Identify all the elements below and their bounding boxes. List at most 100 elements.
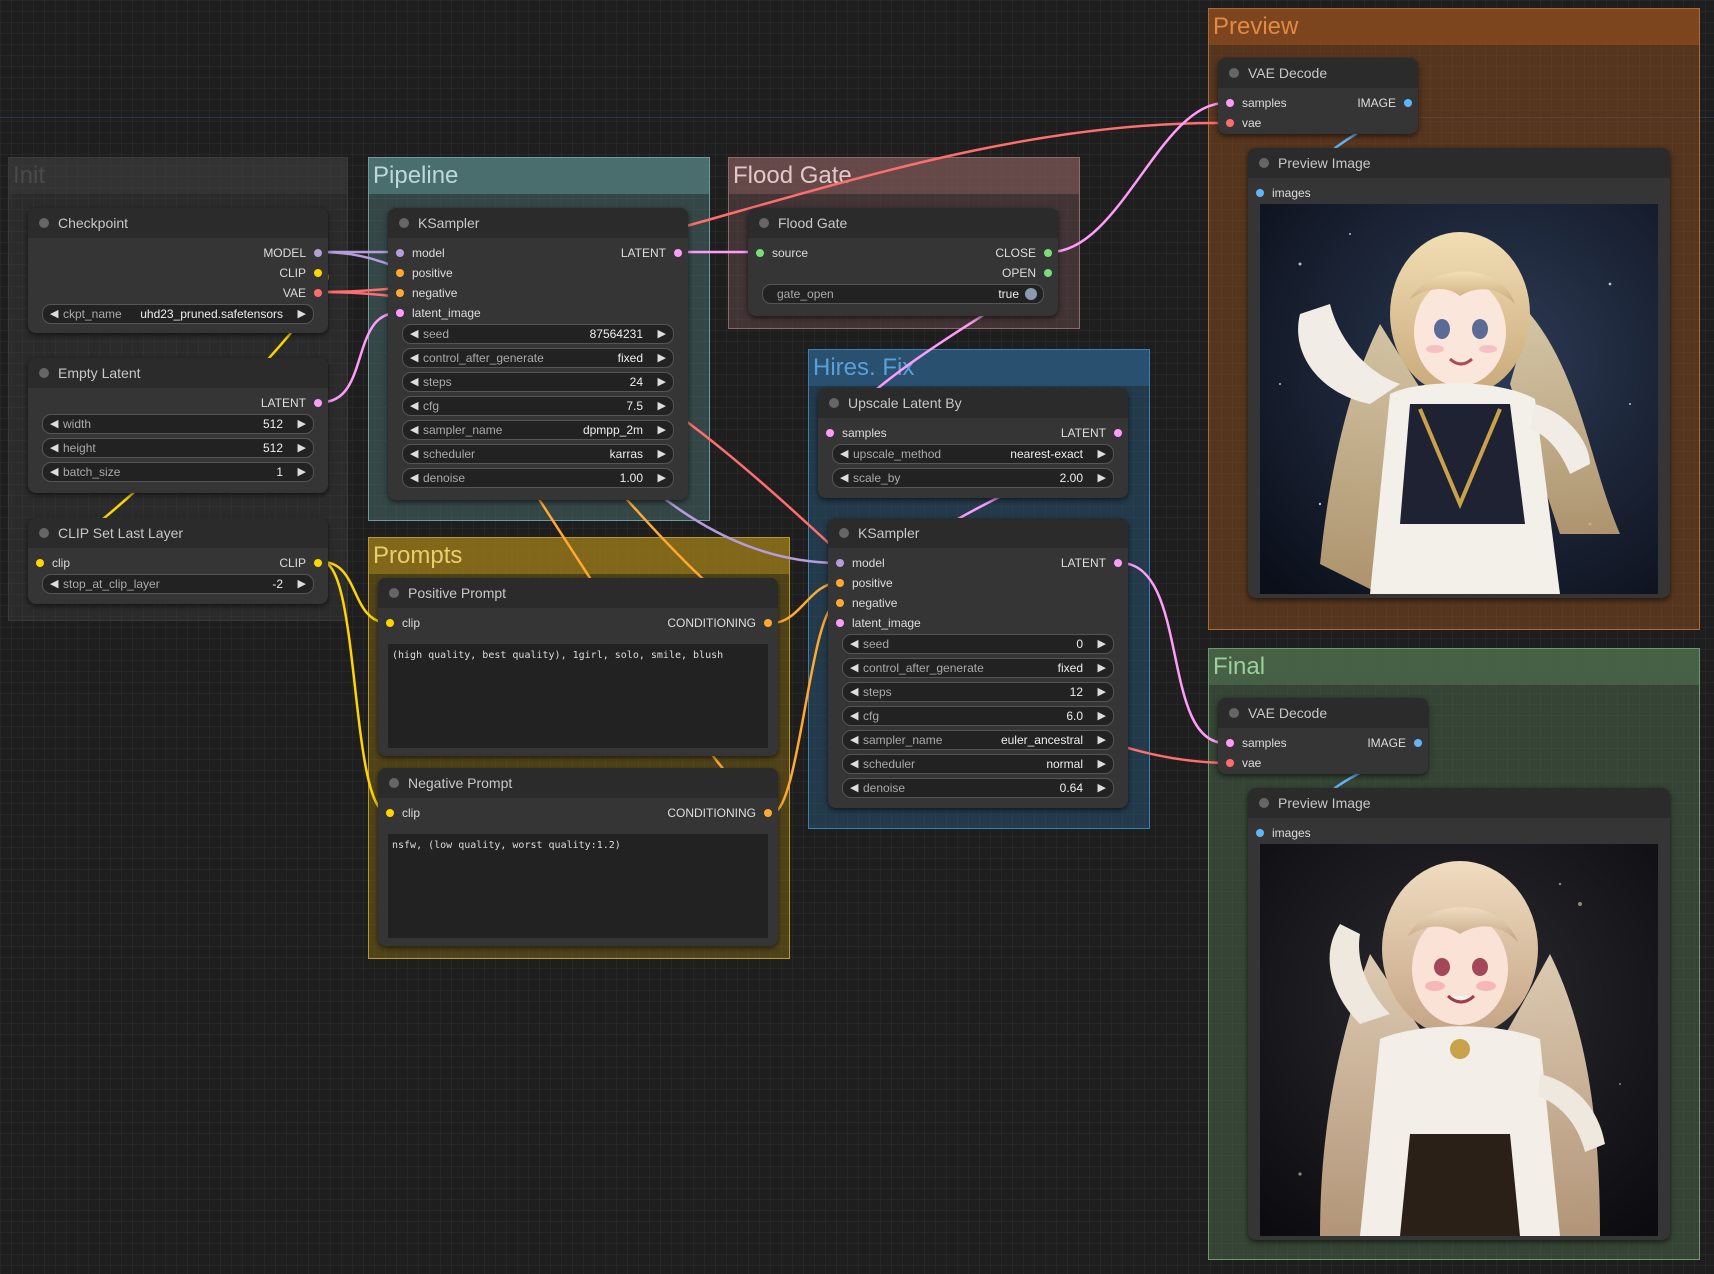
cfg-widget[interactable]: ◀ cfg 6.0 ▶ (842, 706, 1114, 726)
arrow-left-icon[interactable]: ◀ (50, 463, 58, 481)
arrow-left-icon[interactable]: ◀ (50, 439, 58, 457)
seed-widget[interactable]: ◀ seed 0 ▶ (842, 634, 1114, 654)
slot-dot-icon[interactable] (1044, 269, 1052, 277)
arrow-left-icon[interactable]: ◀ (410, 469, 418, 487)
slot-dot-icon[interactable] (314, 249, 322, 257)
input-vae[interactable]: vae (1224, 116, 1261, 130)
empty-latent-header[interactable]: Empty Latent (28, 358, 328, 388)
slot-dot-icon[interactable] (396, 289, 404, 297)
upscale-latent-by-node[interactable]: Upscale Latent By samples LATENT ◀ upscal… (818, 388, 1128, 498)
negative-prompt-node[interactable]: Negative Prompt clip CONDITIONING nsfw, … (378, 768, 778, 946)
batch-size-widget[interactable]: ◀ batch_size 1 ▶ (42, 462, 314, 482)
arrow-right-icon[interactable]: ▶ (298, 305, 306, 323)
checkpoint-node[interactable]: Checkpoint MODEL CLIP VAE ◀ ckpt_name uh… (28, 208, 328, 333)
arrow-left-icon[interactable]: ◀ (410, 445, 418, 463)
slot-dot-icon[interactable] (826, 429, 834, 437)
output-model[interactable]: MODEL (263, 246, 324, 260)
collapse-dot-icon[interactable] (839, 528, 849, 538)
preview-image-header[interactable]: Preview Image (1248, 148, 1670, 178)
ksampler-hires-node[interactable]: KSampler model positive negative latent_… (828, 518, 1128, 808)
arrow-right-icon[interactable]: ▶ (1098, 683, 1106, 701)
output-latent[interactable]: LATENT (1061, 556, 1124, 570)
input-positive[interactable]: positive (834, 576, 893, 590)
arrow-left-icon[interactable]: ◀ (410, 373, 418, 391)
empty-latent-node[interactable]: Empty Latent LATENT ◀ width 512 ▶ ◀ heig… (28, 358, 328, 493)
slot-dot-icon[interactable] (36, 559, 44, 567)
arrow-left-icon[interactable]: ◀ (850, 659, 858, 677)
slot-dot-icon[interactable] (836, 579, 844, 587)
slot-dot-icon[interactable] (396, 309, 404, 317)
slot-dot-icon[interactable] (1114, 429, 1122, 437)
output-image[interactable]: IMAGE (1367, 736, 1424, 750)
checkpoint-header[interactable]: Checkpoint (28, 208, 328, 238)
slot-dot-icon[interactable] (386, 809, 394, 817)
scheduler-widget[interactable]: ◀ scheduler normal ▶ (842, 754, 1114, 774)
arrow-right-icon[interactable]: ▶ (298, 415, 306, 433)
arrow-right-icon[interactable]: ▶ (658, 397, 666, 415)
slot-dot-icon[interactable] (674, 249, 682, 257)
gate-open-toggle[interactable]: gate_open true (762, 284, 1044, 304)
input-model[interactable]: model (394, 246, 445, 260)
denoise-widget[interactable]: ◀ denoise 0.64 ▶ (842, 778, 1114, 798)
final-output-image[interactable] (1260, 844, 1658, 1236)
slot-dot-icon[interactable] (1256, 829, 1264, 837)
arrow-left-icon[interactable]: ◀ (410, 421, 418, 439)
arrow-right-icon[interactable]: ▶ (1098, 635, 1106, 653)
slot-dot-icon[interactable] (836, 559, 844, 567)
control-after-generate-widget[interactable]: ◀ control_after_generate fixed ▶ (402, 348, 674, 368)
arrow-left-icon[interactable]: ◀ (840, 445, 848, 463)
collapse-dot-icon[interactable] (759, 218, 769, 228)
height-widget[interactable]: ◀ height 512 ▶ (42, 438, 314, 458)
slot-dot-icon[interactable] (1226, 739, 1234, 747)
arrow-right-icon[interactable]: ▶ (298, 575, 306, 593)
collapse-dot-icon[interactable] (829, 398, 839, 408)
slot-dot-icon[interactable] (1114, 559, 1122, 567)
arrow-right-icon[interactable]: ▶ (1098, 755, 1106, 773)
width-widget[interactable]: ◀ width 512 ▶ (42, 414, 314, 434)
arrow-left-icon[interactable]: ◀ (840, 469, 848, 487)
arrow-right-icon[interactable]: ▶ (1098, 707, 1106, 725)
arrow-left-icon[interactable]: ◀ (850, 779, 858, 797)
slot-dot-icon[interactable] (756, 249, 764, 257)
ksampler-header[interactable]: KSampler (388, 208, 688, 238)
upscale-header[interactable]: Upscale Latent By (818, 388, 1128, 418)
input-latent-image[interactable]: latent_image (834, 616, 921, 630)
slot-dot-icon[interactable] (764, 809, 772, 817)
arrow-left-icon[interactable]: ◀ (850, 755, 858, 773)
vae-decode-header[interactable]: VAE Decode (1218, 698, 1428, 728)
arrow-left-icon[interactable]: ◀ (410, 325, 418, 343)
input-negative[interactable]: negative (834, 596, 897, 610)
collapse-dot-icon[interactable] (399, 218, 409, 228)
steps-widget[interactable]: ◀ steps 24 ▶ (402, 372, 674, 392)
vae-decode-header[interactable]: VAE Decode (1218, 58, 1418, 88)
ksampler-node[interactable]: KSampler model positive negative latent_… (388, 208, 688, 500)
input-samples[interactable]: samples (1224, 96, 1287, 110)
input-images[interactable]: images (1254, 826, 1311, 840)
positive-prompt-node[interactable]: Positive Prompt clip CONDITIONING (high … (378, 578, 778, 756)
vae-decode-final-node[interactable]: VAE Decode samples vae IMAGE (1218, 698, 1428, 774)
input-source[interactable]: source (754, 246, 808, 260)
sampler-name-widget[interactable]: ◀ sampler_name euler_ancestral ▶ (842, 730, 1114, 750)
output-latent[interactable]: LATENT (261, 396, 324, 410)
collapse-dot-icon[interactable] (39, 368, 49, 378)
final-preview-image-node[interactable]: Preview Image images (1248, 788, 1670, 1240)
flood-gate-node[interactable]: Flood Gate source CLOSE OPEN gate_open t… (748, 208, 1058, 316)
input-images[interactable]: images (1254, 186, 1311, 200)
upscale-method-widget[interactable]: ◀ upscale_method nearest-exact ▶ (832, 444, 1114, 464)
collapse-dot-icon[interactable] (39, 218, 49, 228)
toggle-knob-icon[interactable] (1025, 288, 1037, 300)
arrow-right-icon[interactable]: ▶ (658, 421, 666, 439)
arrow-right-icon[interactable]: ▶ (658, 445, 666, 463)
arrow-right-icon[interactable]: ▶ (658, 469, 666, 487)
input-samples[interactable]: samples (1224, 736, 1287, 750)
cfg-widget[interactable]: ◀ cfg 7.5 ▶ (402, 396, 674, 416)
positive-prompt-textarea[interactable]: (high quality, best quality), 1girl, sol… (388, 644, 768, 748)
collapse-dot-icon[interactable] (1259, 158, 1269, 168)
arrow-right-icon[interactable]: ▶ (1098, 779, 1106, 797)
collapse-dot-icon[interactable] (39, 528, 49, 538)
collapse-dot-icon[interactable] (1229, 68, 1239, 78)
input-negative[interactable]: negative (394, 286, 457, 300)
output-latent[interactable]: LATENT (621, 246, 684, 260)
ksampler-hires-header[interactable]: KSampler (828, 518, 1128, 548)
arrow-left-icon[interactable]: ◀ (850, 731, 858, 749)
